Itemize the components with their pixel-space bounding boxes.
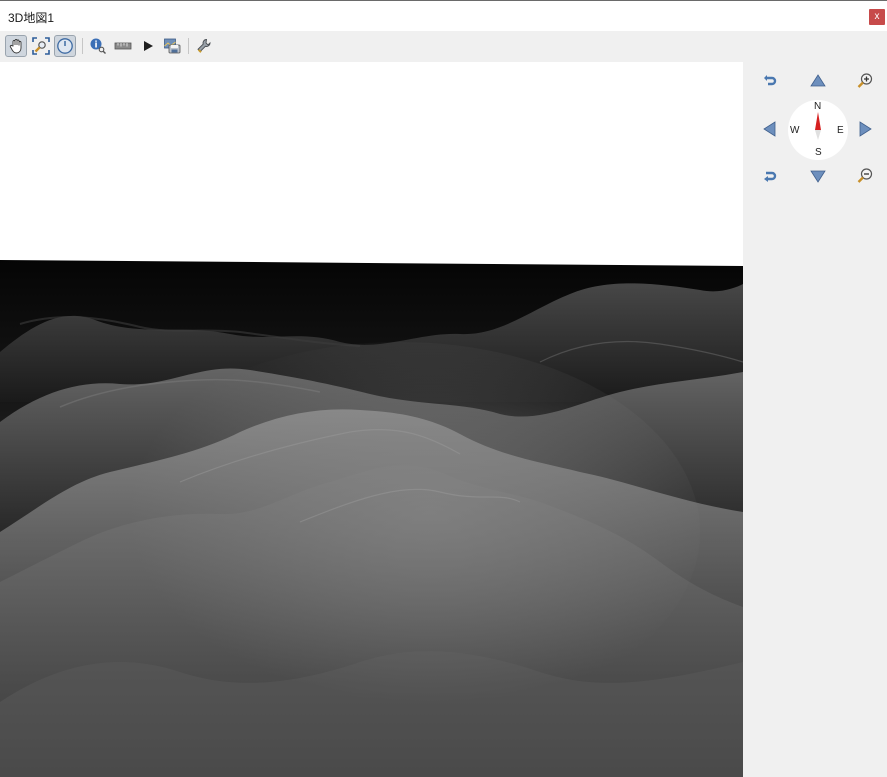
zoom-full-icon xyxy=(32,37,50,55)
move-left-button[interactable] xyxy=(760,119,780,139)
identify-button[interactable]: i xyxy=(87,35,109,57)
move-up-button[interactable] xyxy=(808,71,828,91)
move-right-button[interactable] xyxy=(855,119,875,139)
move-down-icon xyxy=(810,170,826,183)
measure-line-button[interactable] xyxy=(112,35,134,57)
toggle-on-screen-navigation-icon xyxy=(57,38,73,54)
rotate-left-icon xyxy=(764,75,777,86)
rotate-right-icon xyxy=(764,171,777,182)
toolbar: i xyxy=(0,31,887,62)
window-title: 3D地図1 xyxy=(8,11,55,25)
zoom-in-button[interactable] xyxy=(855,71,875,91)
close-button[interactable]: x xyxy=(869,9,885,25)
measure-line-icon xyxy=(114,42,132,50)
configure-button[interactable] xyxy=(194,35,216,57)
zoom-in-icon xyxy=(857,73,873,88)
save-as-image-icon xyxy=(164,38,181,54)
camera-control-button[interactable] xyxy=(5,35,27,57)
move-down-button[interactable] xyxy=(808,166,828,186)
compass-needle-icon xyxy=(815,112,821,140)
save-as-image-button[interactable] xyxy=(161,35,183,57)
configure-icon xyxy=(197,39,211,53)
move-up-icon xyxy=(810,74,826,87)
zoom-out-button[interactable] xyxy=(855,166,875,186)
move-right-icon xyxy=(859,121,872,137)
animations-play-icon xyxy=(144,41,153,51)
identify-icon: i xyxy=(90,38,106,54)
svg-text:i: i xyxy=(94,41,97,51)
animations-button[interactable] xyxy=(137,35,159,57)
rotate-right-button[interactable] xyxy=(760,166,780,186)
move-left-icon xyxy=(763,121,776,137)
compass[interactable]: N S E W xyxy=(788,100,848,160)
zoom-full-button[interactable] xyxy=(30,35,52,57)
zoom-out-icon xyxy=(857,168,873,183)
terrain-render xyxy=(0,260,743,777)
rotate-left-button[interactable] xyxy=(760,71,780,91)
toggle-on-screen-navigation-button[interactable] xyxy=(54,35,76,57)
camera-control-icon xyxy=(9,39,22,54)
window-titlebar: 3D地図1 x xyxy=(0,0,887,31)
3d-map-canvas[interactable] xyxy=(0,62,743,777)
navigation-panel: N S E W xyxy=(743,62,887,777)
